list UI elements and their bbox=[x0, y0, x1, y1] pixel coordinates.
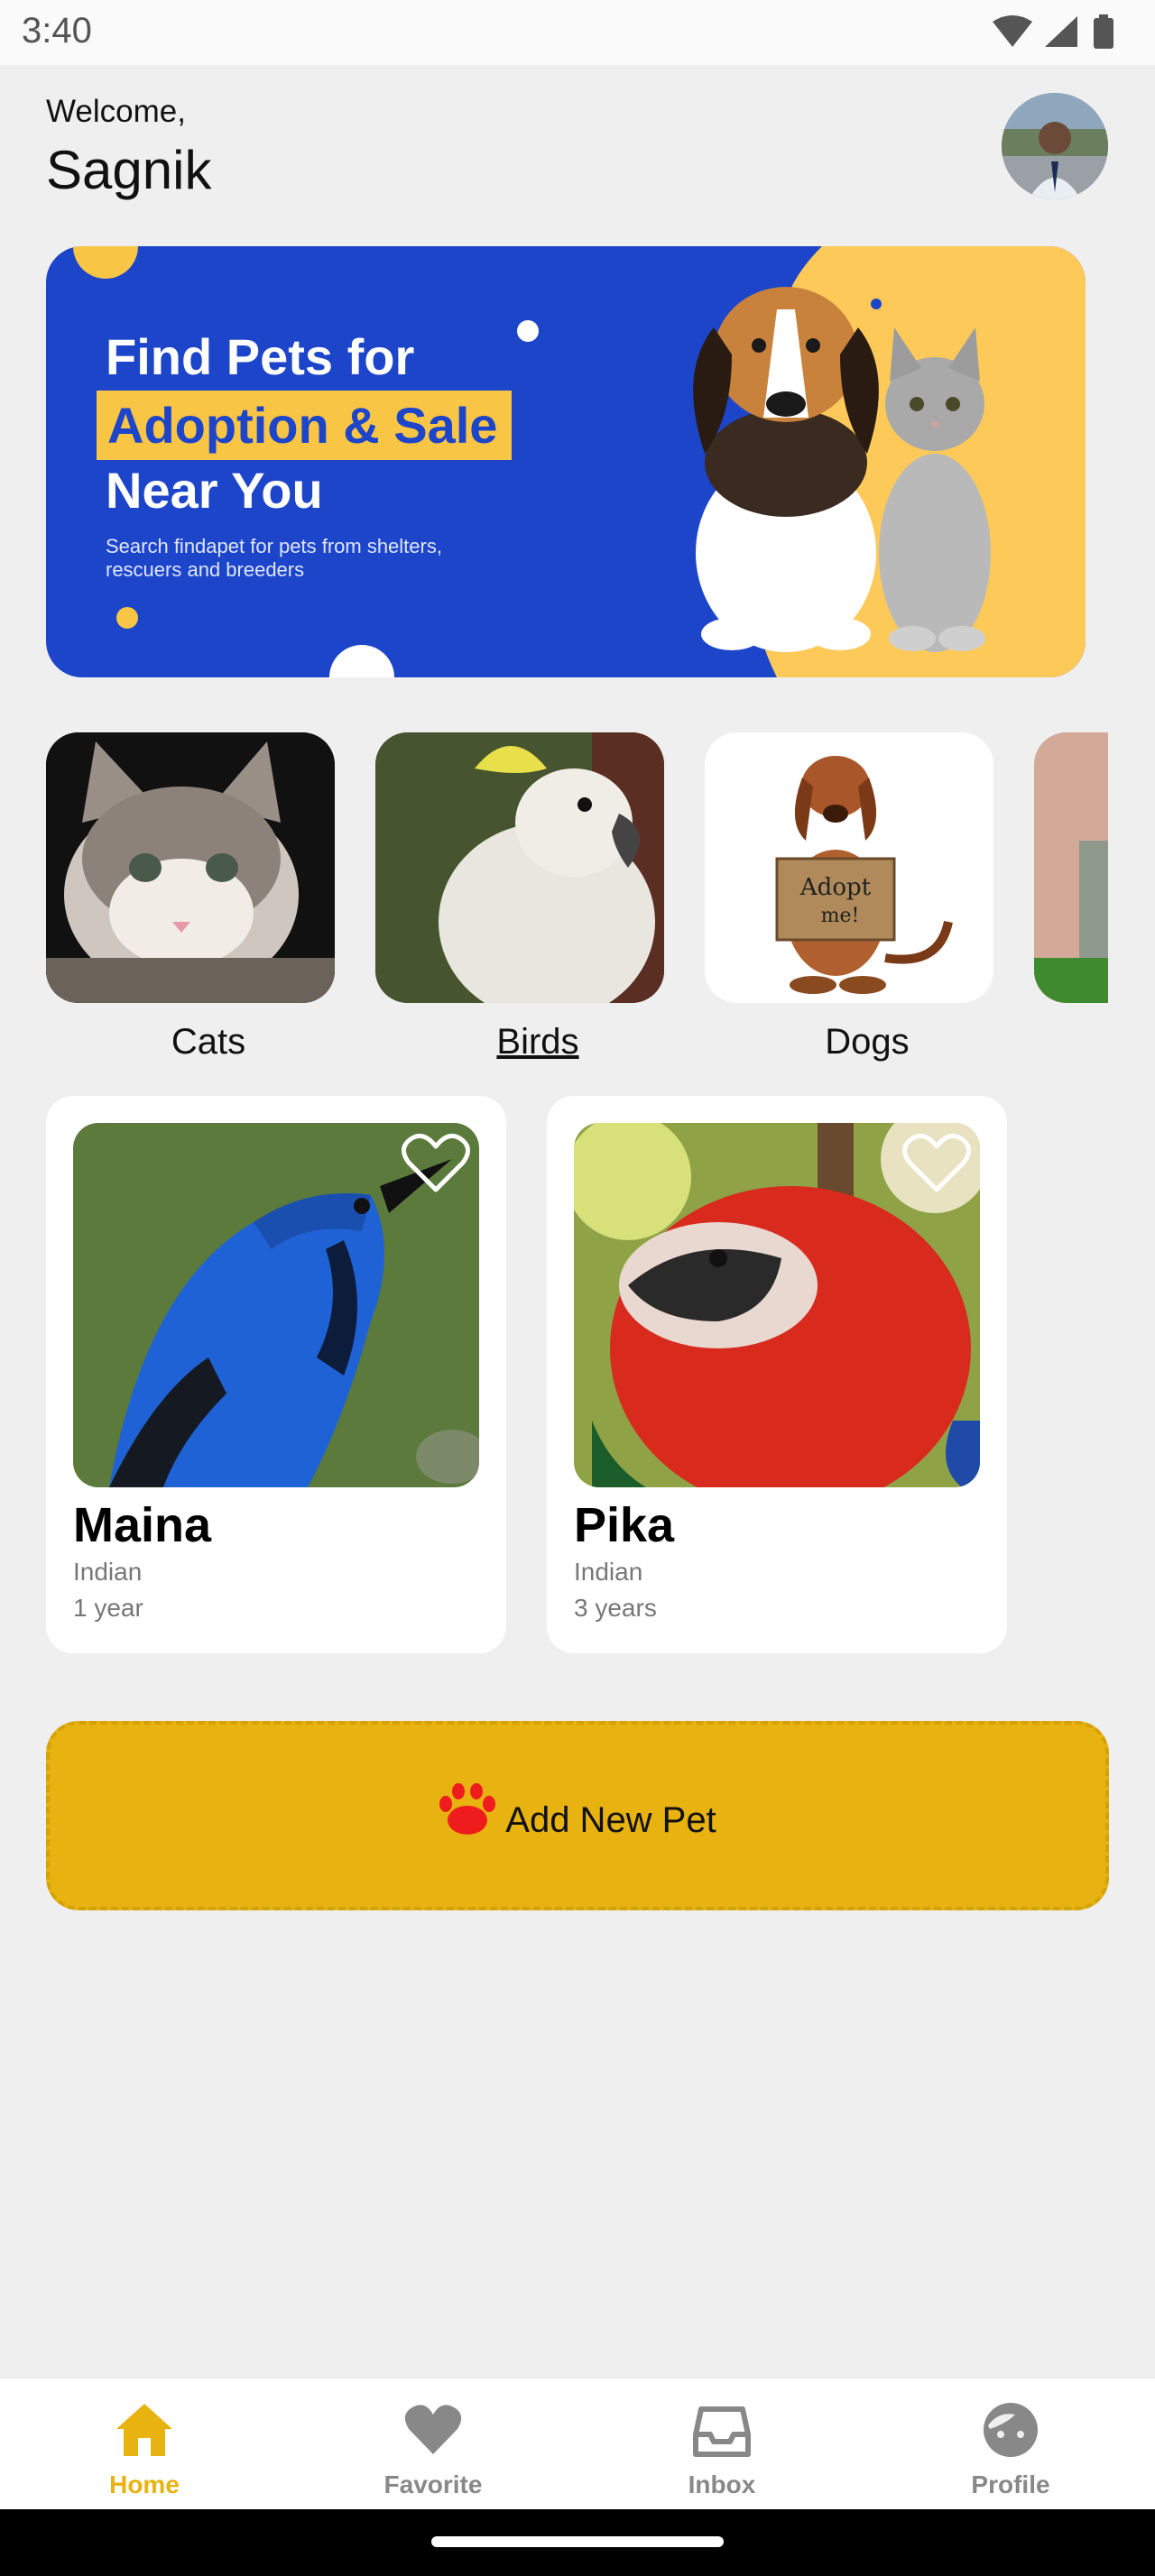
avatar[interactable] bbox=[1002, 93, 1108, 199]
pet-card[interactable]: Pika Indian 3 years bbox=[547, 1096, 1007, 1653]
nav-favorite-label: Favorite bbox=[383, 2470, 483, 2498]
pet-name: Pika bbox=[574, 1498, 675, 1552]
svg-text:me!: me! bbox=[821, 905, 860, 927]
welcome-text: Welcome, bbox=[46, 94, 186, 129]
cat-illustration bbox=[879, 327, 991, 652]
nav-inbox[interactable]: Inbox bbox=[578, 2378, 866, 2510]
status-icons bbox=[993, 14, 1113, 49]
cat-photo bbox=[46, 732, 335, 1003]
wifi-icon bbox=[993, 15, 1032, 47]
category-cats[interactable] bbox=[46, 732, 335, 1003]
battery-icon bbox=[1094, 14, 1113, 49]
home-icon bbox=[116, 2404, 172, 2456]
add-new-pet-button[interactable]: Add New Pet bbox=[46, 1721, 1109, 1910]
pet-breed: Indian bbox=[574, 1558, 643, 1586]
heart-icon bbox=[404, 2405, 462, 2454]
bottom-nav: Home Favorite Inbox Profile bbox=[0, 2378, 1155, 2509]
category-more-photo bbox=[1034, 732, 1108, 1003]
pet-photo bbox=[73, 1123, 479, 1487]
category-label-birds: Birds bbox=[496, 1022, 579, 1062]
profile-icon bbox=[984, 2403, 1038, 2457]
nav-inbox-label: Inbox bbox=[688, 2470, 756, 2498]
nav-profile[interactable]: Profile bbox=[866, 2378, 1155, 2510]
banner-subtitle: Search findapet for pets from shelters, … bbox=[106, 535, 442, 581]
banner-title-line-3: Near You bbox=[106, 462, 323, 519]
dog-illustration bbox=[693, 287, 879, 652]
bird-photo bbox=[375, 732, 664, 1003]
home-gesture-handle[interactable] bbox=[431, 2536, 724, 2547]
nav-favorite[interactable]: Favorite bbox=[289, 2378, 578, 2510]
pet-photo bbox=[574, 1123, 980, 1487]
nav-home-label: Home bbox=[109, 2470, 180, 2498]
avatar-photo bbox=[1002, 93, 1108, 199]
favorite-heart-icon[interactable] bbox=[902, 1132, 971, 1195]
nav-profile-label: Profile bbox=[971, 2470, 1050, 2498]
category-dogs[interactable]: Adopt me! bbox=[705, 732, 993, 1003]
system-gesture-bar bbox=[0, 2509, 1155, 2576]
pet-age: 1 year bbox=[73, 1594, 143, 1622]
pet-card[interactable]: Maina Indian 1 year bbox=[46, 1096, 506, 1653]
dog-photo: Adopt me! bbox=[705, 732, 993, 1003]
nav-home[interactable]: Home bbox=[0, 2378, 289, 2510]
add-new-pet-label: Add New Pet bbox=[505, 1799, 716, 1840]
pet-age: 3 years bbox=[574, 1594, 657, 1622]
promo-banner[interactable]: Find Pets for Adoption & Sale Near You S… bbox=[46, 246, 1086, 677]
favorite-heart-icon[interactable] bbox=[402, 1132, 470, 1195]
inbox-icon bbox=[693, 2406, 751, 2457]
category-label-cats: Cats bbox=[171, 1022, 246, 1062]
status-time: 3:40 bbox=[22, 11, 92, 51]
category-label-dogs: Dogs bbox=[825, 1022, 910, 1062]
user-name: Sagnik bbox=[46, 140, 212, 200]
category-birds[interactable] bbox=[375, 732, 664, 1003]
banner-title-line-2: Adoption & Sale bbox=[97, 391, 513, 460]
banner-title-line-1: Find Pets for bbox=[106, 328, 415, 385]
signal-icon bbox=[1045, 16, 1077, 47]
pet-name: Maina bbox=[73, 1498, 212, 1552]
category-more[interactable] bbox=[1034, 732, 1108, 1003]
svg-text:Adopt: Adopt bbox=[799, 874, 872, 901]
status-bar: 3:40 bbox=[0, 0, 1155, 65]
pet-breed: Indian bbox=[73, 1558, 143, 1586]
paw-icon bbox=[439, 1783, 496, 1835]
